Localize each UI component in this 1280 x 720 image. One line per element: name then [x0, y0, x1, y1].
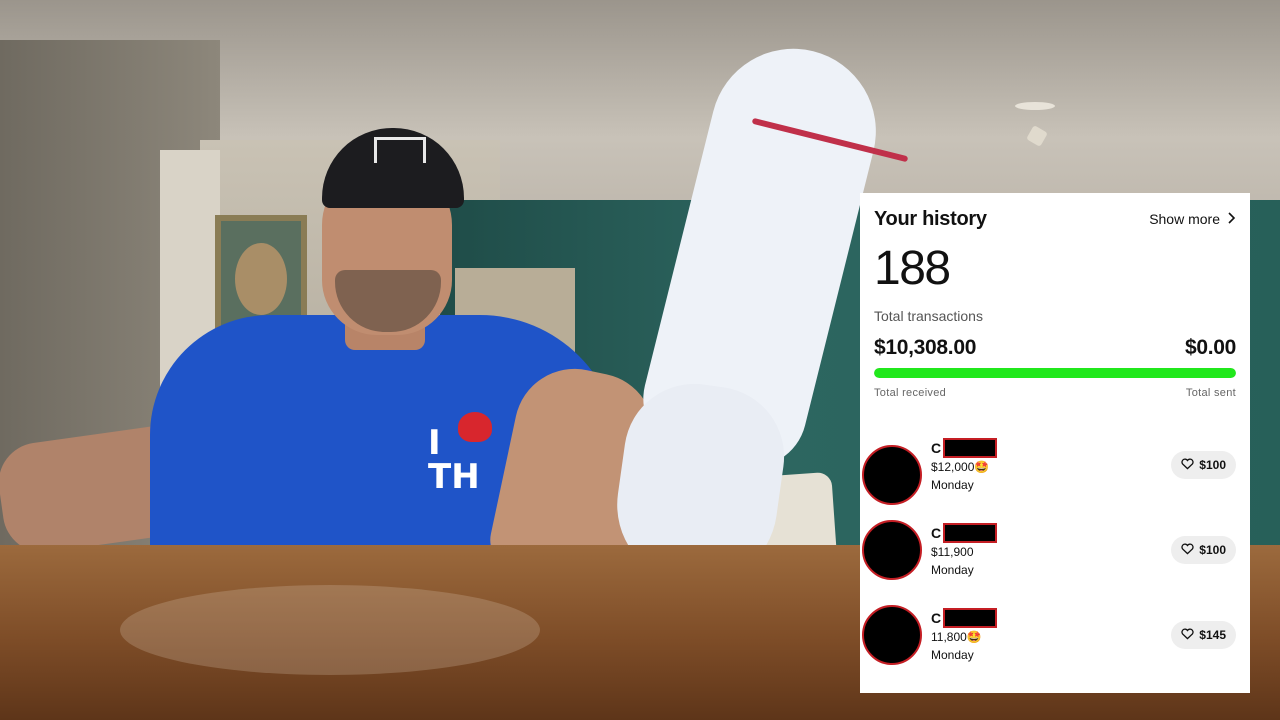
total-transactions-label: Total transactions	[874, 308, 983, 324]
cap-logo	[374, 137, 426, 163]
transaction-day: Monday	[931, 648, 974, 662]
transaction-day: Monday	[931, 478, 974, 492]
totals-labels: Total received Total sent	[874, 387, 1236, 399]
avatar	[862, 520, 922, 580]
name-initial: C	[931, 610, 942, 626]
transaction-note: $12,000🤩	[931, 460, 990, 474]
redacted-name-box	[943, 523, 998, 543]
transaction-note: $11,900	[931, 545, 974, 559]
name-initial: C	[931, 525, 942, 541]
total-sent-amount: $0.00	[1184, 336, 1236, 359]
like-amount-button[interactable]: $145	[1171, 621, 1236, 649]
history-title: Your history	[874, 207, 987, 230]
total-sent-label: Total sent	[1185, 387, 1236, 399]
total-received-label: Total received	[874, 387, 947, 399]
transaction-row[interactable]: C $11,900 Monday $100	[860, 520, 1250, 603]
show-more-link[interactable]: Show more	[1149, 211, 1236, 227]
totals-row: $10,308.00 $0.00	[874, 336, 1236, 360]
transaction-name: C	[931, 608, 998, 628]
show-more-label: Show more	[1149, 211, 1220, 227]
like-amount-button[interactable]: $100	[1171, 536, 1236, 564]
total-received-amount: $10,308.00	[874, 336, 977, 359]
transaction-name: C	[931, 438, 998, 458]
redacted-name-box	[943, 608, 998, 628]
received-bar-fill	[874, 368, 1236, 378]
transaction-note: 11,800🤩	[931, 630, 982, 644]
history-card: Your history Show more 188 Total transac…	[860, 193, 1250, 693]
heart-outline-icon	[1181, 627, 1194, 643]
like-amount-button[interactable]: $100	[1171, 451, 1236, 479]
redacted-name-box	[943, 438, 998, 458]
heart-outline-icon	[1181, 542, 1194, 558]
transaction-name: C	[931, 523, 998, 543]
shirt-logo: I TH	[428, 412, 504, 497]
received-sent-bar	[874, 368, 1236, 378]
chevron-right-icon	[1226, 211, 1236, 227]
transaction-day: Monday	[931, 563, 974, 577]
avatar	[862, 445, 922, 505]
transaction-row[interactable]: C 11,800🤩 Monday $145	[860, 605, 1250, 688]
heart-outline-icon	[1181, 457, 1194, 473]
name-initial: C	[931, 440, 942, 456]
avatar	[862, 605, 922, 665]
transaction-row[interactable]: C $12,000🤩 Monday $100	[860, 438, 1250, 518]
total-transactions-count: 188	[874, 242, 951, 295]
like-amount: $145	[1199, 628, 1226, 642]
shirt-text: I TH	[428, 423, 480, 497]
history-header: Your history Show more	[874, 201, 1236, 237]
like-amount: $100	[1199, 458, 1226, 472]
like-amount: $100	[1199, 543, 1226, 557]
